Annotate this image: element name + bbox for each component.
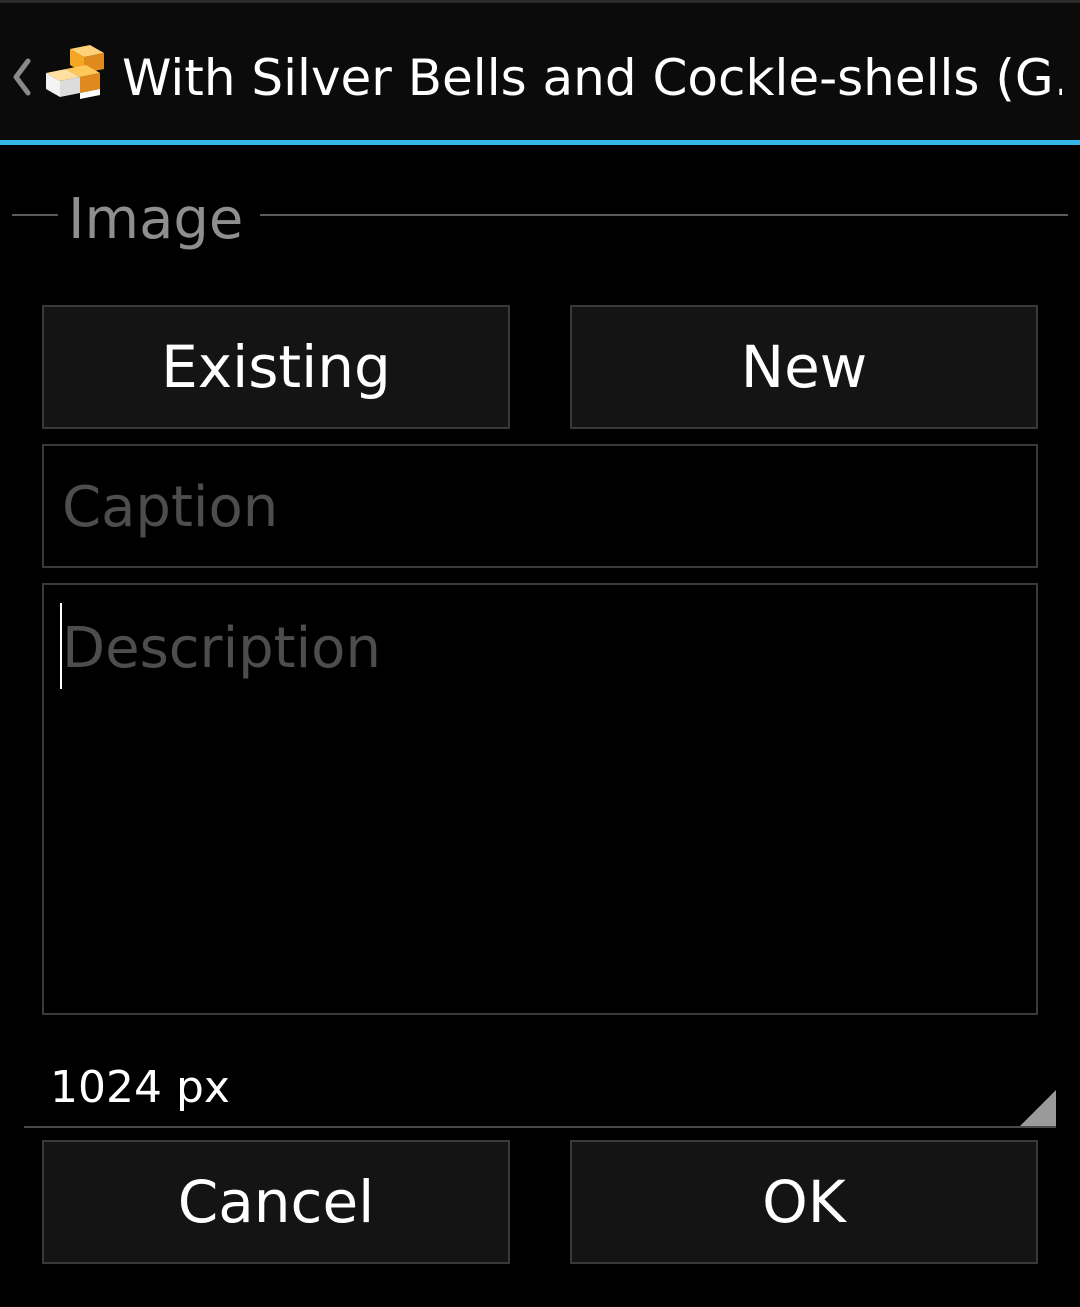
window-title: With Silver Bells and Cockle-shells (G… <box>122 49 1062 107</box>
existing-image-button[interactable]: Existing <box>42 305 510 429</box>
section-header: Image <box>0 180 1080 260</box>
new-image-button[interactable]: New <box>570 305 1038 429</box>
up-button[interactable] <box>0 3 112 143</box>
ok-button[interactable]: OK <box>570 1140 1038 1264</box>
caption-field[interactable]: Caption <box>42 444 1038 568</box>
description-placeholder: Description <box>62 616 381 681</box>
section-title: Image <box>68 187 244 252</box>
spinner-dropdown-icon <box>1020 1090 1056 1126</box>
image-size-value: 1024 px <box>50 1062 230 1113</box>
section-divider-left <box>12 214 58 216</box>
action-bar-divider <box>0 140 1080 145</box>
app-logo-icon <box>40 43 108 111</box>
description-field[interactable]: Description <box>42 583 1038 1015</box>
chevron-left-icon <box>8 55 36 103</box>
image-size-spinner[interactable]: 1024 px <box>24 1050 1056 1128</box>
caption-placeholder: Caption <box>62 475 279 540</box>
cancel-button[interactable]: Cancel <box>42 1140 510 1264</box>
section-divider-right <box>260 214 1068 216</box>
action-bar: With Silver Bells and Cockle-shells (G… <box>0 0 1080 140</box>
